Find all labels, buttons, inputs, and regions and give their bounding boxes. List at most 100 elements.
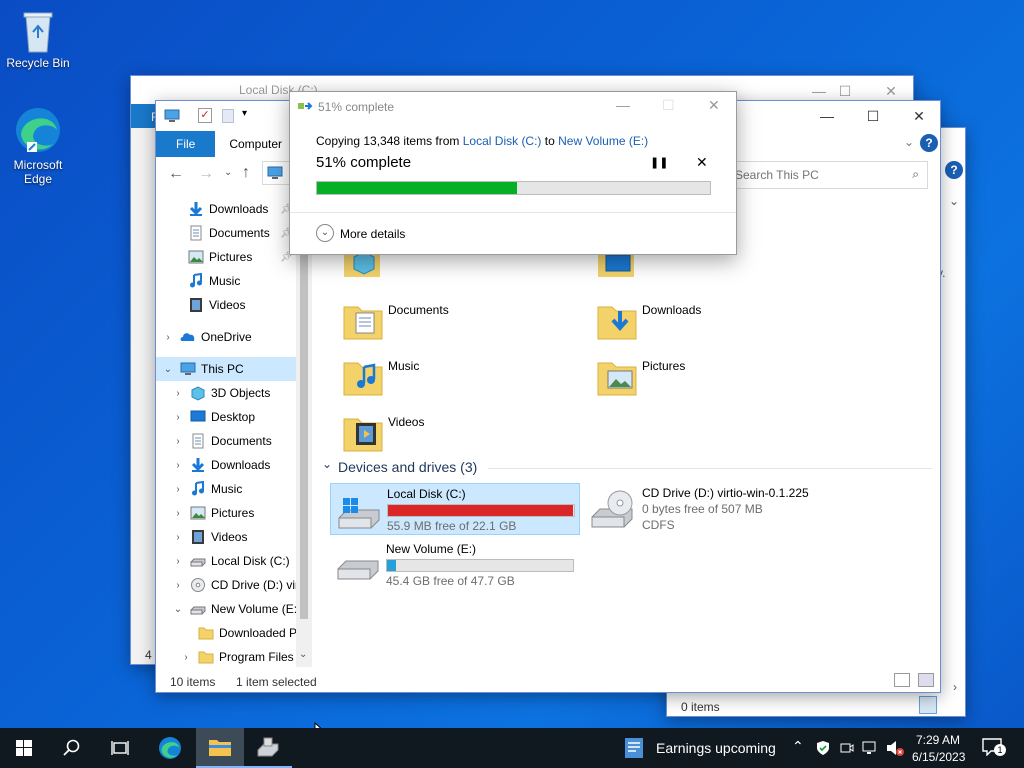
chevron-right-icon[interactable]: ›	[172, 532, 184, 543]
chevron-right-icon[interactable]: ›	[172, 436, 184, 447]
sidebar-item-this-pc-child[interactable]: ⌄ New Volume (E:)	[156, 597, 301, 621]
sidebar-item-folder[interactable]: Downloaded P	[156, 621, 297, 645]
dialog-titlebar[interactable]: 51% complete — ☐ ✕	[290, 92, 736, 120]
network-icon[interactable]	[862, 740, 878, 756]
taskbar-file-explorer[interactable]	[196, 728, 244, 768]
sidebar-item-onedrive[interactable]: › OneDrive	[156, 325, 251, 349]
edge-icon	[159, 737, 181, 759]
desktop-icon-recycle-bin[interactable]: Recycle Bin	[0, 8, 76, 70]
sidebar-item-quick-access[interactable]: Videos	[156, 293, 296, 317]
search-input[interactable]	[735, 163, 905, 187]
sidebar-item-this-pc-child[interactable]: › Music	[156, 477, 242, 501]
taskbar-edge[interactable]	[146, 728, 194, 768]
folder-tile[interactable]: Music	[342, 353, 562, 403]
scrollbar-thumb[interactable]	[300, 199, 308, 619]
navigation-scrollbar[interactable]: ⌄	[296, 197, 312, 667]
new-folder-icon[interactable]	[222, 109, 234, 123]
source-link[interactable]: Local Disk (C:)	[463, 134, 542, 148]
more-details-icon[interactable]: ⌄	[316, 224, 334, 242]
chevron-right-icon[interactable]: ›	[172, 388, 184, 399]
copy-progress-dialog[interactable]: 51% complete — ☐ ✕ Copying 13,348 items …	[289, 91, 737, 255]
chevron-down-icon[interactable]: ⌄	[949, 194, 959, 208]
folder-tile[interactable]: Documents	[342, 297, 562, 347]
collapse-chevron-icon[interactable]: ⌄	[322, 457, 332, 471]
sidebar-item-this-pc-child[interactable]: › Videos	[156, 525, 247, 549]
recent-locations-icon[interactable]: ⌄	[224, 167, 232, 178]
desktop-icon-edge[interactable]: Microsoft Edge	[0, 104, 76, 186]
ribbon-expand-icon[interactable]: ⌄	[904, 135, 914, 149]
more-details-button[interactable]: More details	[340, 227, 405, 241]
scroll-down-icon[interactable]: ⌄	[299, 649, 307, 660]
chevron-down-icon[interactable]: ⌄	[172, 604, 184, 615]
progress-headline: 51% complete	[316, 154, 412, 171]
help-icon[interactable]: ?	[945, 161, 963, 179]
scroll-right-icon[interactable]: ›	[953, 680, 957, 694]
forward-arrow-icon[interactable]: →	[198, 165, 214, 183]
chevron-right-icon[interactable]: ›	[172, 412, 184, 423]
sidebar-item-quick-access[interactable]: Downloads 📌︎	[156, 197, 296, 221]
navigation-pane[interactable]: Downloads 📌︎ Documents 📌︎ Pictures 📌︎ Music Vid…	[156, 197, 312, 667]
minimize-button[interactable]: —	[616, 97, 630, 113]
qat-dropdown-icon[interactable]: ▾	[242, 108, 247, 119]
address-bar[interactable]	[262, 161, 292, 185]
volume-muted-icon[interactable]	[886, 740, 904, 756]
details-view-icon[interactable]	[919, 696, 937, 714]
show-hidden-icons-icon[interactable]: ⌃	[792, 738, 804, 755]
tab-computer[interactable]: Computer	[215, 131, 296, 157]
folder-tile[interactable]: Downloads	[596, 297, 816, 347]
news-widget[interactable]: Earnings upcoming	[624, 728, 776, 768]
folder-tile[interactable]: Pictures	[596, 353, 816, 403]
up-arrow-icon[interactable]: ↑	[242, 164, 250, 182]
security-shield-icon[interactable]	[816, 740, 830, 756]
pictures-folder-icon	[597, 362, 637, 396]
chevron-right-icon[interactable]: ›	[172, 460, 184, 471]
help-icon[interactable]: ?	[920, 134, 938, 152]
drive-tile-c[interactable]: Local Disk (C:) 55.9 MB free of 22.1 GB	[330, 483, 580, 535]
close-button[interactable]: ✕	[896, 101, 940, 131]
sidebar-item-quick-access[interactable]: Pictures 📌︎	[156, 245, 296, 269]
pause-button[interactable]: ❚❚	[650, 156, 668, 169]
chevron-right-icon[interactable]: ›	[162, 332, 174, 343]
chevron-right-icon[interactable]: ›	[172, 580, 184, 591]
sidebar-item-this-pc-child[interactable]: › 3D Objects	[156, 381, 270, 405]
close-button[interactable]: ✕	[708, 97, 720, 114]
search-box[interactable]: ⌕	[728, 161, 928, 189]
sidebar-item-this-pc-child[interactable]: › Documents	[156, 429, 272, 453]
task-view-button[interactable]	[96, 728, 144, 768]
drive-tile-e[interactable]: New Volume (E:) 45.4 GB free of 47.7 GB	[330, 539, 580, 591]
drive-tile-d[interactable]: CD Drive (D:) virtio-win-0.1.225 0 bytes…	[584, 483, 844, 535]
clock-date[interactable]: 6/15/2023	[912, 750, 965, 764]
folder-tile[interactable]: Videos	[342, 409, 562, 459]
videos-folder-icon	[343, 418, 383, 452]
sidebar-item-folder[interactable]: › Program Files (	[156, 645, 301, 667]
clock-time[interactable]: 7:29 AM	[916, 733, 960, 747]
search-button[interactable]	[48, 728, 96, 768]
sidebar-item-this-pc[interactable]: ⌄ This PC	[156, 357, 296, 381]
sidebar-item-this-pc-child[interactable]: › Pictures	[156, 501, 254, 525]
destination-link[interactable]: New Volume (E:)	[558, 134, 648, 148]
tab-file[interactable]: File	[156, 131, 216, 157]
properties-icon[interactable]: ✓	[198, 108, 212, 123]
sidebar-item-quick-access[interactable]: Music	[156, 269, 296, 293]
start-button[interactable]	[0, 728, 48, 768]
taskbar-app[interactable]	[244, 728, 292, 768]
sidebar-item-this-pc-child[interactable]: › Desktop	[156, 405, 255, 429]
chevron-right-icon[interactable]: ›	[172, 556, 184, 567]
chevron-right-icon[interactable]: ›	[180, 652, 192, 663]
sidebar-item-this-pc-child[interactable]: › Downloads	[156, 453, 270, 477]
details-view-icon[interactable]	[894, 673, 910, 687]
maximize-button[interactable]: ☐	[850, 101, 896, 131]
back-arrow-icon[interactable]: ←	[168, 165, 184, 183]
chevron-down-icon[interactable]: ⌄	[162, 364, 174, 375]
devices-section-header[interactable]: Devices and drives (3)	[338, 459, 477, 475]
chevron-right-icon[interactable]: ›	[172, 484, 184, 495]
large-icons-view-icon[interactable]	[918, 673, 934, 687]
minimize-button[interactable]: —	[804, 101, 850, 131]
sidebar-item-this-pc-child[interactable]: › Local Disk (C:)	[156, 549, 289, 573]
notification-center-button[interactable]: 1	[982, 738, 1006, 758]
chevron-right-icon[interactable]: ›	[172, 508, 184, 519]
sidebar-item-this-pc-child[interactable]: › CD Drive (D:) virt	[156, 573, 302, 597]
sidebar-item-quick-access[interactable]: Documents 📌︎	[156, 221, 296, 245]
cancel-button[interactable]: ✕	[696, 154, 708, 171]
meet-now-icon[interactable]	[840, 741, 854, 755]
